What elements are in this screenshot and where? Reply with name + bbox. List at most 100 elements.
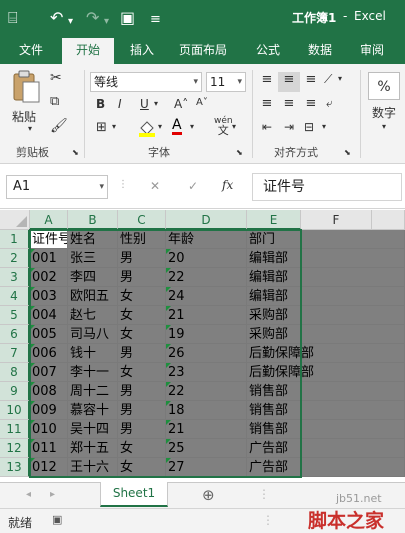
table-cell[interactable]: 姓名 [68, 230, 118, 249]
orientation-icon[interactable]: ⟋ [324, 72, 332, 87]
table-cell[interactable]: 性别 [118, 230, 166, 249]
align-right-icon[interactable]: ≡ [300, 96, 322, 111]
row-header[interactable]: 4 [0, 287, 30, 306]
customize-toolbar-icon[interactable]: ≡ [150, 10, 161, 30]
table-cell[interactable]: 欧阳五 [68, 287, 118, 306]
table-cell[interactable]: 李四 [68, 268, 118, 287]
phonetic-button[interactable]: wén 文 [214, 116, 233, 136]
table-cell[interactable]: 009 [30, 401, 68, 420]
table-cell[interactable]: 001 [30, 249, 68, 268]
tab-file[interactable]: 文件 [8, 36, 54, 64]
confirm-button[interactable]: ✓ [188, 179, 198, 193]
phonetic-dropdown-icon[interactable]: ▾ [232, 122, 236, 131]
insert-function-button[interactable]: fx [222, 178, 233, 192]
tab-splitter-icon[interactable]: ⋮ [258, 487, 270, 501]
table-cell-empty[interactable] [301, 363, 405, 382]
italic-button[interactable]: I [118, 97, 122, 111]
alignment-launcher-icon[interactable]: ⬊ [344, 148, 351, 157]
row-header[interactable]: 3 [0, 268, 30, 287]
table-cell[interactable]: 部门 [247, 230, 301, 249]
font-name-select[interactable]: 等线 ▾ [90, 72, 202, 92]
table-cell[interactable]: 004 [30, 306, 68, 325]
table-cell-empty[interactable] [301, 268, 405, 287]
tab-insert[interactable]: 插入 [120, 36, 164, 64]
table-cell[interactable]: 008 [30, 382, 68, 401]
table-cell[interactable]: 010 [30, 420, 68, 439]
table-cell[interactable]: 19 [166, 325, 247, 344]
formula-input[interactable]: 证件号 [252, 173, 402, 201]
table-cell-empty[interactable] [301, 325, 405, 344]
select-all-button[interactable] [0, 210, 30, 230]
table-cell-empty[interactable] [301, 439, 405, 458]
table-cell[interactable]: 21 [166, 420, 247, 439]
cancel-button[interactable]: ✕ [150, 179, 160, 193]
name-box[interactable]: A1 ▾ [6, 175, 108, 199]
shrink-font-button[interactable]: A˅ [196, 97, 208, 108]
clipboard-launcher-icon[interactable]: ⬊ [72, 148, 79, 157]
table-cell[interactable]: 18 [166, 401, 247, 420]
table-cell[interactable]: 26 [166, 344, 247, 363]
table-cell[interactable]: 年龄 [166, 230, 247, 249]
row-header[interactable]: 9 [0, 382, 30, 401]
table-cell[interactable]: 后勤保障部 [247, 344, 314, 363]
table-cell[interactable]: 女 [118, 458, 166, 477]
border-icon[interactable]: ⊞ [96, 120, 107, 135]
table-cell[interactable]: 006 [30, 344, 68, 363]
table-cell[interactable]: 王十六 [68, 458, 118, 477]
column-header[interactable]: E [247, 210, 301, 230]
row-header[interactable]: 1 [0, 230, 30, 249]
fill-color-icon[interactable] [138, 119, 156, 140]
table-cell[interactable]: 销售部 [247, 420, 301, 439]
table-cell[interactable]: 司马八 [68, 325, 118, 344]
table-cell[interactable]: 广告部 [247, 439, 301, 458]
row-header[interactable]: 10 [0, 401, 30, 420]
table-cell-empty[interactable] [301, 458, 405, 477]
row-header[interactable]: 5 [0, 306, 30, 325]
undo-dropdown-icon[interactable]: ▾ [68, 12, 73, 32]
table-cell[interactable]: 22 [166, 268, 247, 287]
table-cell-empty[interactable] [301, 287, 405, 306]
tab-data[interactable]: 数据 [298, 36, 342, 64]
save-icon[interactable]: ⌸ [8, 8, 18, 28]
table-cell-empty[interactable] [301, 230, 405, 249]
table-cell[interactable]: 003 [30, 287, 68, 306]
table-cell[interactable]: 27 [166, 458, 247, 477]
table-cell[interactable]: 24 [166, 287, 247, 306]
table-cell[interactable]: 慕容十 [68, 401, 118, 420]
format-painter-icon[interactable]: 🖌 [50, 118, 68, 134]
cut-icon[interactable]: ✂ [50, 70, 62, 86]
table-cell-empty[interactable] [301, 344, 405, 363]
paste-dropdown-icon[interactable]: ▾ [28, 124, 32, 133]
table-cell-empty[interactable] [301, 249, 405, 268]
redo-dropdown-icon[interactable]: ▾ [104, 12, 109, 32]
table-cell[interactable]: 011 [30, 439, 68, 458]
table-cell[interactable]: 后勤保障部 [247, 363, 314, 382]
undo-icon[interactable]: ↶ [50, 8, 63, 28]
table-cell[interactable]: 吴十四 [68, 420, 118, 439]
column-header[interactable]: B [68, 210, 118, 230]
table-cell[interactable]: 编辑部 [247, 287, 301, 306]
row-header[interactable]: 6 [0, 325, 30, 344]
table-cell[interactable]: 女 [118, 306, 166, 325]
row-header[interactable]: 11 [0, 420, 30, 439]
table-cell[interactable]: 男 [118, 420, 166, 439]
camera-icon[interactable]: ▣ [120, 8, 135, 28]
table-cell[interactable]: 20 [166, 249, 247, 268]
tab-page-layout[interactable]: 页面布局 [172, 36, 234, 64]
number-format-button[interactable]: % [368, 72, 400, 100]
column-header[interactable]: C [118, 210, 166, 230]
increase-indent-icon[interactable]: ⇥ [278, 120, 300, 134]
sheet-tab-sheet1[interactable]: Sheet1 [100, 482, 168, 507]
column-header[interactable]: D [166, 210, 247, 230]
merge-center-icon[interactable]: ⊟ [304, 120, 314, 134]
table-cell[interactable]: 012 [30, 458, 68, 477]
align-top-icon[interactable]: ≡ [256, 72, 278, 92]
column-header[interactable]: A [30, 210, 68, 230]
table-cell[interactable]: 男 [118, 268, 166, 287]
table-cell[interactable]: 005 [30, 325, 68, 344]
table-cell[interactable]: 张三 [68, 249, 118, 268]
align-center-icon[interactable]: ≡ [278, 96, 300, 111]
table-cell[interactable]: 女 [118, 325, 166, 344]
table-cell[interactable]: 采购部 [247, 325, 301, 344]
table-cell[interactable]: 销售部 [247, 382, 301, 401]
